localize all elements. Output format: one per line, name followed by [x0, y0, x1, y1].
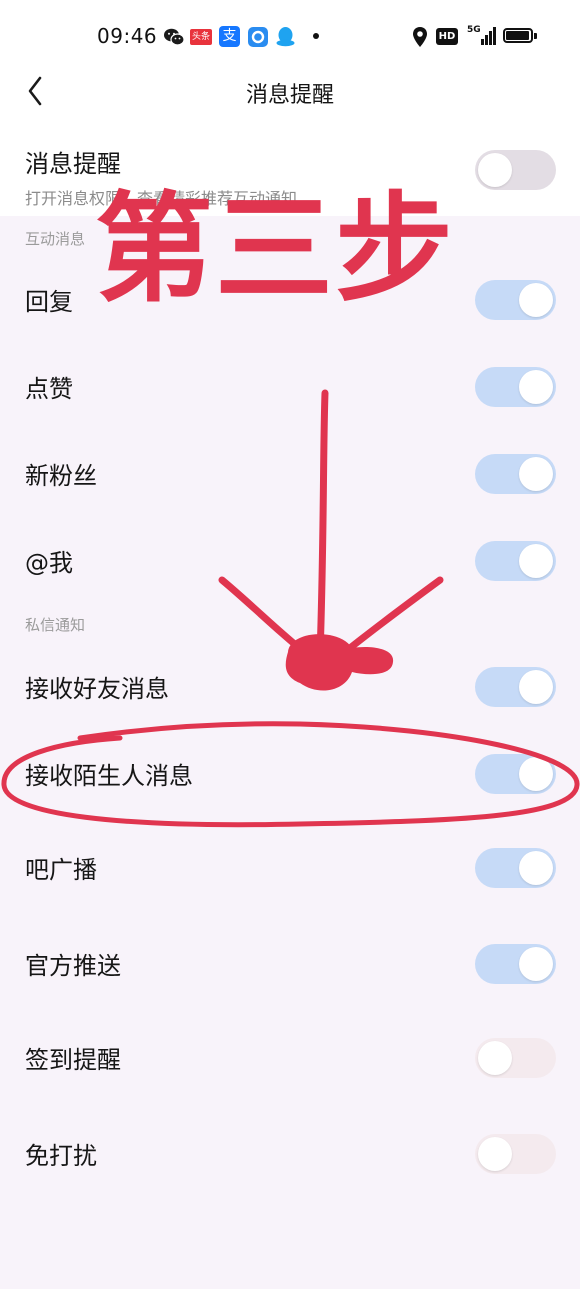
toggle-official-push[interactable]: [475, 944, 556, 984]
toggle-like[interactable]: [475, 367, 556, 407]
setting-label-friend-msg: 接收好友消息: [25, 675, 169, 703]
dot-icon: [313, 33, 319, 39]
toggle-knob: [519, 457, 553, 491]
master-notification-label: 消息提醒: [25, 150, 121, 178]
toggle-new-fans[interactable]: [475, 454, 556, 494]
toggle-knob: [519, 670, 553, 704]
toggle-friend-msg[interactable]: [475, 667, 556, 707]
app-circle-icon: [248, 27, 268, 47]
page-title: 消息提醒: [245, 83, 334, 108]
toggle-checkin-reminder[interactable]: [475, 1038, 556, 1078]
section-header-private: 私信通知: [25, 616, 86, 634]
toggle-knob: [519, 851, 553, 885]
toggle-stranger-msg[interactable]: [475, 754, 556, 794]
toggle-knob: [478, 1137, 512, 1171]
master-notification-toggle[interactable]: [475, 150, 556, 190]
toutiao-label: 头条: [191, 32, 210, 42]
battery-icon: [503, 28, 539, 45]
nav-bar: 消息提醒: [0, 72, 580, 130]
toggle-knob: [519, 283, 553, 317]
setting-row-mention: @我: [0, 531, 580, 591]
qq-icon: [276, 27, 295, 47]
setting-label-checkin-reminder: 签到提醒: [25, 1046, 121, 1074]
setting-row-reply: 回复: [0, 270, 580, 330]
setting-label-new-fans: 新粉丝: [25, 462, 97, 490]
toggle-mention[interactable]: [475, 541, 556, 581]
setting-label-official-push: 官方推送: [25, 952, 121, 980]
location-icon: [413, 27, 427, 47]
status-bar: 09:46 头条 支 HD 5G: [0, 0, 580, 72]
alipay-label: 支: [222, 28, 237, 44]
setting-label-reply: 回复: [25, 288, 73, 316]
toggle-knob: [478, 1041, 512, 1075]
setting-label-bar-broadcast: 吧广播: [25, 856, 97, 884]
setting-label-mention: @我: [25, 549, 73, 577]
hd-label: HD: [438, 31, 456, 42]
signal-5g-icon: 5G: [463, 25, 497, 47]
alipay-icon: 支: [219, 26, 240, 47]
setting-label-stranger-msg: 接收陌生人消息: [25, 762, 193, 790]
setting-label-do-not-disturb: 免打扰: [25, 1142, 97, 1170]
master-notification-description: 打开消息权限，查看精彩推荐互动通知: [25, 189, 298, 208]
hd-icon: HD: [436, 28, 458, 45]
network-label: 5G: [467, 25, 481, 35]
toggle-knob: [519, 544, 553, 578]
setting-row-official-push: 官方推送: [0, 934, 580, 994]
toggle-do-not-disturb[interactable]: [475, 1134, 556, 1174]
master-notification-row: 消息提醒 打开消息权限，查看精彩推荐互动通知: [0, 130, 580, 216]
toggle-knob: [519, 947, 553, 981]
setting-row-bar-broadcast: 吧广播: [0, 838, 580, 898]
wechat-icon: [164, 28, 185, 46]
toggle-bar-broadcast[interactable]: [475, 848, 556, 888]
section-header-interaction: 互动消息: [25, 230, 86, 248]
setting-label-like: 点赞: [25, 375, 73, 403]
toggle-knob: [519, 757, 553, 791]
setting-row-like: 点赞: [0, 357, 580, 417]
status-time: 09:46: [97, 24, 158, 48]
setting-row-new-fans: 新粉丝: [0, 444, 580, 504]
setting-row-checkin-reminder: 签到提醒: [0, 1028, 580, 1088]
toggle-reply[interactable]: [475, 280, 556, 320]
toutiao-icon: 头条: [190, 29, 212, 45]
setting-row-stranger-msg: 接收陌生人消息: [0, 744, 580, 804]
setting-row-do-not-disturb: 免打扰: [0, 1124, 580, 1184]
setting-row-friend-msg: 接收好友消息: [0, 657, 580, 717]
toggle-knob: [519, 370, 553, 404]
toggle-knob: [478, 153, 512, 187]
